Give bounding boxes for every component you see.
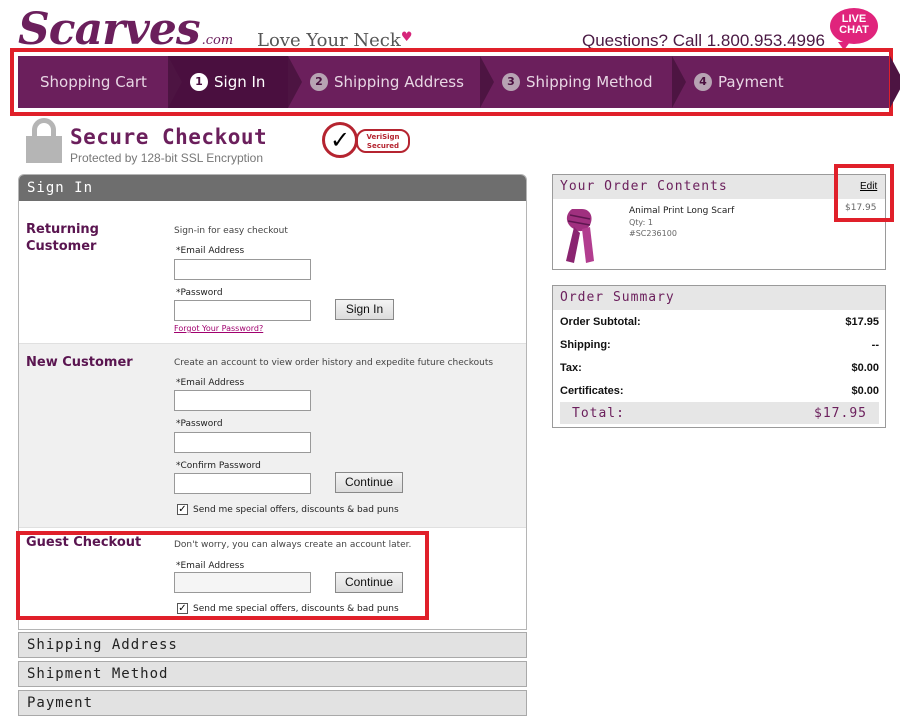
summary-row-tax: Tax: $0.00	[560, 362, 879, 374]
summary-value: --	[871, 339, 879, 351]
payment-section[interactable]: Payment	[18, 690, 527, 716]
new-customer-desc: Create an account to view order history …	[174, 358, 494, 368]
summary-label: Shipping:	[560, 339, 611, 351]
summary-row-subtotal: Order Subtotal: $17.95	[560, 316, 879, 328]
summary-value: $0.00	[851, 385, 879, 397]
confirm-password-label: *Confirm Password	[176, 461, 261, 471]
new-email-label: *Email Address	[176, 378, 245, 388]
returning-title-line1: Returning	[26, 222, 99, 237]
secure-checkout-title: Secure Checkout	[70, 125, 268, 149]
new-password-input[interactable]	[174, 432, 311, 453]
edit-highlight-box	[834, 164, 894, 222]
summary-row-certificates: Certificates: $0.00	[560, 385, 879, 397]
checkmark-icon: ✓	[322, 122, 358, 158]
new-customer-title: New Customer	[26, 355, 133, 370]
new-offers-label: Send me special offers, discounts & bad …	[193, 504, 399, 515]
live-chat-button[interactable]: LIVE CHAT	[830, 8, 878, 50]
new-customer-continue-button[interactable]: Continue	[335, 472, 403, 493]
guest-checkout-highlight-box	[16, 531, 429, 620]
summary-label: Order Subtotal:	[560, 316, 641, 328]
returning-customer-title: Returning Customer	[26, 221, 99, 255]
confirm-password-input[interactable]	[174, 473, 311, 494]
order-item-qty: Qty: 1	[629, 218, 653, 227]
summary-total-row: Total: $17.95	[560, 402, 879, 424]
summary-row-shipping: Shipping: --	[560, 339, 879, 351]
order-item-name[interactable]: Animal Print Long Scarf	[629, 206, 734, 216]
logo-suffix: .com	[201, 33, 234, 48]
shipping-address-section[interactable]: Shipping Address	[18, 632, 527, 658]
returning-customer-desc: Sign-in for easy checkout	[174, 226, 288, 236]
returning-email-label: *Email Address	[176, 246, 245, 256]
summary-label: Tax:	[560, 362, 582, 374]
scarf-thumbnail[interactable]	[560, 205, 600, 265]
total-label: Total:	[572, 405, 625, 421]
new-customer-section: New Customer Create an account to view o…	[19, 344, 526, 528]
lock-icon	[26, 118, 62, 163]
sign-in-header[interactable]: Sign In	[19, 175, 526, 201]
verisign-line1: VeriSign	[366, 133, 400, 141]
returning-email-input[interactable]	[174, 259, 311, 280]
returning-password-label: *Password	[176, 288, 223, 298]
new-offers-checkbox[interactable]: ✓	[177, 504, 188, 515]
order-summary-box: Order Summary Order Subtotal: $17.95 Shi…	[552, 285, 886, 428]
verisign-badge[interactable]: ✓ VeriSign Secured	[322, 121, 412, 161]
heart-icon: ♥	[400, 30, 413, 45]
total-value: $17.95	[814, 405, 867, 421]
shipment-method-section[interactable]: Shipment Method	[18, 661, 527, 687]
steps-highlight-box	[10, 48, 893, 116]
new-offers-option: ✓ Send me special offers, discounts & ba…	[177, 504, 399, 515]
live-chat-line2: CHAT	[839, 24, 869, 36]
summary-value: $0.00	[851, 362, 879, 374]
order-item-sku: #SC236100	[629, 229, 677, 238]
returning-title-line2: Customer	[26, 239, 97, 254]
sign-in-button[interactable]: Sign In	[335, 299, 394, 320]
order-summary-header: Order Summary	[553, 286, 885, 310]
new-password-label: *Password	[176, 419, 223, 429]
summary-value: $17.95	[845, 316, 879, 328]
verisign-label: VeriSign Secured	[356, 129, 410, 153]
summary-label: Certificates:	[560, 385, 624, 397]
verisign-line2: Secured	[366, 142, 400, 150]
new-email-input[interactable]	[174, 390, 311, 411]
returning-password-input[interactable]	[174, 300, 311, 321]
secure-checkout-subtitle: Protected by 128-bit SSL Encryption	[70, 151, 263, 165]
returning-customer-section: Returning Customer Sign-in for easy chec…	[19, 201, 526, 344]
forgot-password-link[interactable]: Forgot Your Password?	[174, 324, 263, 333]
